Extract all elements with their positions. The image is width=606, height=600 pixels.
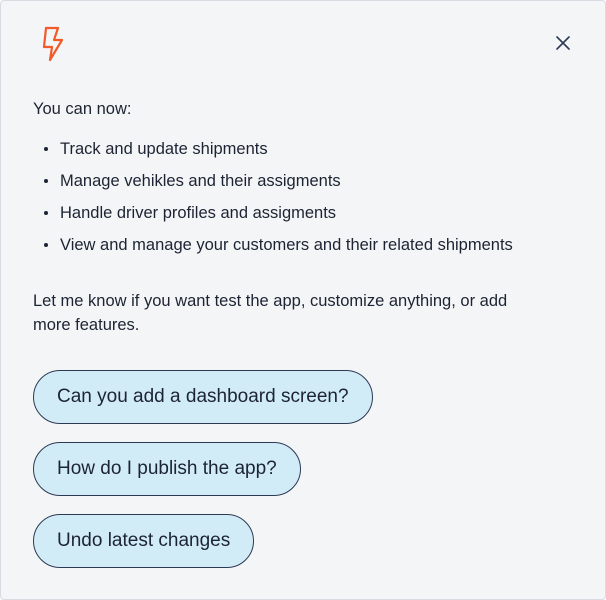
list-item-text: Manage vehikles and their assigments (60, 172, 341, 190)
list-item: View and manage your customers and their… (41, 233, 513, 265)
list-item-text: View and manage your customers and their… (60, 236, 513, 254)
list-item-text: Track and update shipments (60, 140, 268, 158)
bullet-icon (44, 243, 48, 247)
list-item: Manage vehikles and their assigments (41, 169, 513, 201)
close-button[interactable] (549, 31, 577, 59)
list-item-text: Handle driver profiles and assigments (60, 204, 337, 222)
suggestion-add-dashboard-button[interactable]: Can you add a dashboard screen? (33, 370, 373, 424)
list-item: Handle driver profiles and assigments (41, 201, 513, 233)
suggestion-publish-app-button[interactable]: How do I publish the app? (33, 442, 301, 496)
outro-text: Let me know if you want test the app, cu… (33, 292, 508, 334)
suggestion-undo-changes-button[interactable]: Undo latest changes (33, 514, 255, 568)
bullet-icon (44, 211, 48, 215)
list-item: Track and update shipments (41, 137, 513, 169)
bullet-icon (44, 147, 48, 151)
bullet-icon (44, 179, 48, 183)
feature-list: Track and update shipments Manage vehikl… (41, 137, 513, 265)
close-icon (556, 35, 570, 55)
intro-text: You can now: (33, 100, 132, 118)
assistant-panel: You can now: Track and update shipments … (0, 0, 606, 600)
lightning-bolt-icon (39, 25, 67, 65)
